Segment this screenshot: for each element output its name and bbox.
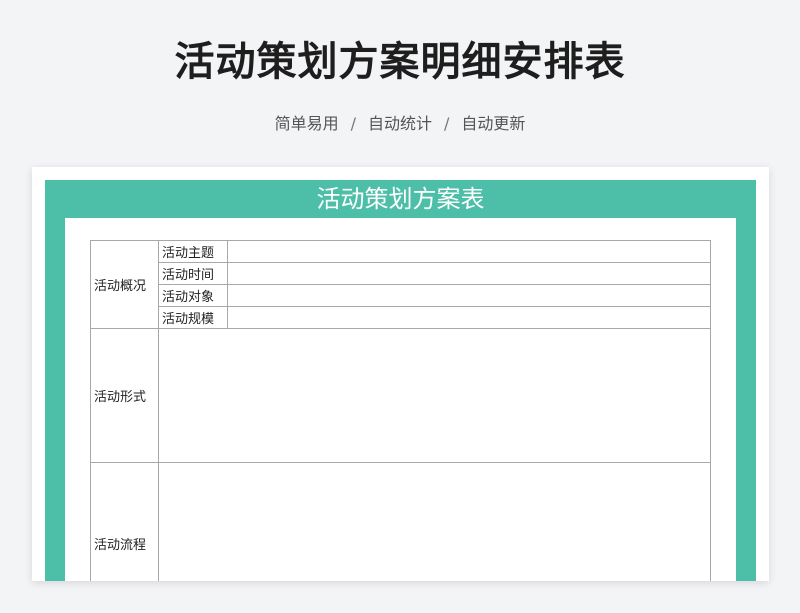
table-row: 活动形式: [90, 328, 711, 463]
section-value-process[interactable]: [158, 462, 711, 581]
section-label-format: 活动形式: [90, 328, 159, 463]
table-row: 活动规模: [91, 306, 711, 329]
item-value-time[interactable]: [227, 262, 711, 285]
plan-table: 活动概况 活动主题 活动时间 活动对象 活动规模 活动形式 活动流程: [90, 240, 711, 581]
sheet-body: 活动概况 活动主题 活动时间 活动对象 活动规模 活动形式 活动流程: [65, 218, 736, 581]
table-row: 活动概况 活动主题: [90, 240, 711, 329]
subtitle: 简单易用 / 自动统计 / 自动更新: [0, 112, 800, 136]
item-value-scale[interactable]: [227, 306, 711, 329]
section-label-overview: 活动概况: [90, 240, 159, 329]
table-row: 活动时间: [91, 262, 711, 285]
table-row: 活动流程: [90, 462, 711, 581]
item-label-audience: 活动对象: [158, 284, 228, 307]
subtitle-item: 自动统计: [367, 114, 432, 133]
section-label-process: 活动流程: [90, 462, 159, 581]
section-value-format[interactable]: [158, 328, 711, 463]
subtitle-separator: /: [350, 114, 356, 133]
subtitle-item: 自动更新: [461, 114, 526, 133]
sheet-frame: 活动策划方案表 活动概况 活动主题 活动时间 活动对象 活动规模 活动形式 活动…: [45, 180, 756, 581]
item-label-scale: 活动规模: [158, 306, 228, 329]
page-title: 活动策划方案明细安排表: [174, 39, 626, 85]
item-label-time: 活动时间: [158, 262, 228, 285]
sheet-card: 活动策划方案表 活动概况 活动主题 活动时间 活动对象 活动规模 活动形式 活动…: [32, 167, 769, 581]
item-value-audience[interactable]: [227, 284, 711, 307]
subtitle-item: 简单易用: [274, 114, 339, 133]
item-label-theme: 活动主题: [158, 240, 228, 263]
table-row: 活动对象: [91, 284, 711, 307]
sheet-title: 活动策划方案表: [316, 185, 485, 213]
item-value-theme[interactable]: [227, 240, 711, 263]
subtitle-separator: /: [444, 114, 450, 133]
